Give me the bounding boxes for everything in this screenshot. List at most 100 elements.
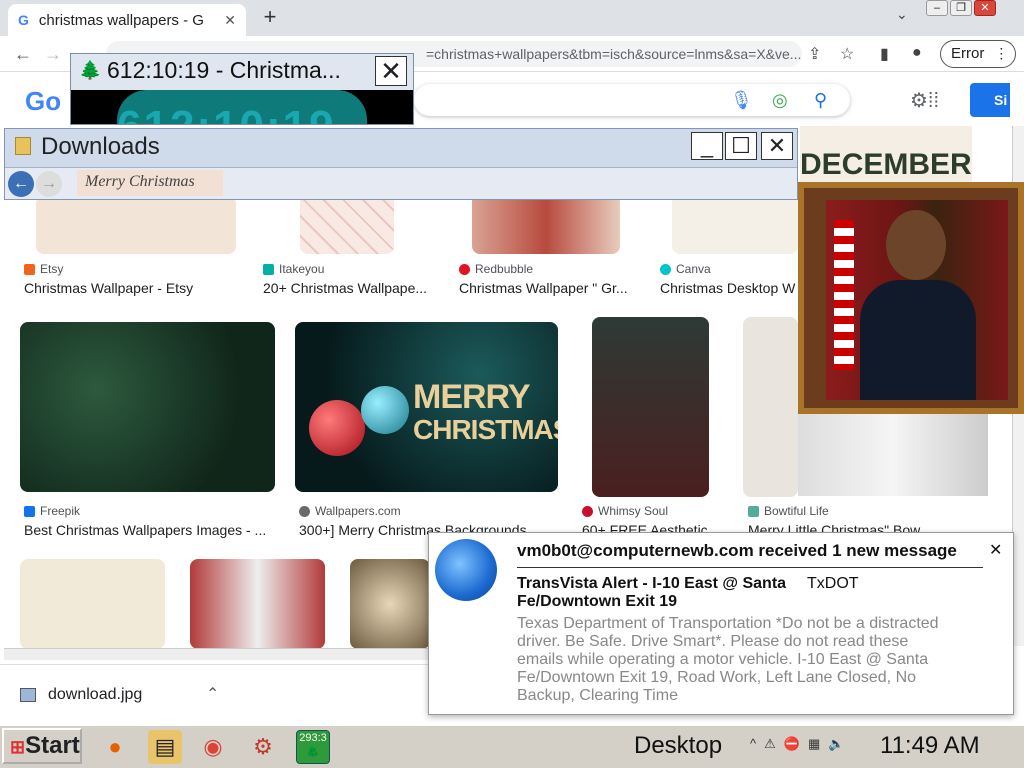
- kebab-menu-icon[interactable]: ⋮: [994, 45, 1008, 61]
- countdown-tray-app[interactable]: 293:3 🌲: [296, 730, 330, 764]
- downloads-maximize-button[interactable]: ☐: [725, 132, 757, 160]
- back-arrow-icon[interactable]: ←: [8, 171, 34, 197]
- chrome-icon[interactable]: ◉: [196, 730, 230, 764]
- countdown-display: 612:10:19: [71, 90, 413, 124]
- itakeyou-icon: [263, 263, 274, 275]
- downloads-minimize-button[interactable]: _: [691, 132, 723, 160]
- result-image-10[interactable]: [190, 559, 325, 649]
- tree-icon: 🌲: [306, 746, 320, 758]
- app-gear-icon[interactable]: ⚙: [246, 730, 280, 764]
- merry-text: MERRY: [413, 378, 531, 416]
- result-image-1[interactable]: [36, 196, 236, 254]
- result-source-8[interactable]: Bowtiful Life: [748, 504, 829, 518]
- mic-icon[interactable]: 🎙: [730, 90, 753, 111]
- profile-avatar-icon[interactable]: ●: [912, 44, 922, 62]
- notification-close-icon[interactable]: ✕: [989, 540, 1002, 560]
- download-preview-text: Merry Christmas: [85, 173, 195, 190]
- system-tray: ^ ⚠ ⛔ ▦ 🔈: [750, 736, 844, 752]
- forward-arrow-icon[interactable]: →: [36, 171, 62, 197]
- result-caption-2[interactable]: 20+ Christmas Wallpape...: [263, 280, 433, 296]
- countdown-window[interactable]: 🌲 612:10:19 - Christma... ✕ 612:10:19: [70, 53, 414, 125]
- windows-flag-icon: ⊞: [10, 737, 26, 757]
- restore-button[interactable]: ❐: [950, 0, 972, 16]
- downloads-window[interactable]: Downloads _ ☐ ✕ Merry Christmas: [4, 128, 798, 200]
- window-controls: – ❐ ✕: [926, 0, 996, 16]
- volume-icon[interactable]: 🔈: [828, 736, 844, 752]
- result-caption-3[interactable]: Christmas Wallpaper " Gr...: [459, 280, 631, 296]
- result-source-3[interactable]: Redbubble: [459, 262, 533, 276]
- google-logo-icon[interactable]: Go: [25, 86, 61, 117]
- security-icon[interactable]: ⛔: [784, 736, 800, 752]
- settings-gear-icon[interactable]: ⚙⁞⁞: [910, 88, 939, 113]
- network-icon[interactable]: ⚠: [764, 736, 776, 752]
- divider: [517, 567, 983, 568]
- thunderbird-icon: [435, 539, 497, 601]
- taskbar-clock[interactable]: 11:49 AM: [880, 732, 980, 760]
- result-image-5[interactable]: [20, 322, 275, 492]
- browser-tab[interactable]: G christmas wallpapers - G ✕: [8, 4, 246, 36]
- result-caption-4[interactable]: Christmas Desktop W: [660, 280, 798, 296]
- downloads-close-button[interactable]: ✕: [761, 132, 793, 160]
- folder-icon: [15, 137, 31, 155]
- result-caption-1[interactable]: Christmas Wallpaper - Etsy: [24, 280, 234, 296]
- minimize-button[interactable]: –: [926, 0, 948, 16]
- freepik-icon: [24, 505, 35, 517]
- result-image-11[interactable]: [350, 559, 430, 649]
- portrait-photo: [826, 200, 1008, 400]
- start-label: Start: [25, 732, 80, 759]
- tab-close-icon[interactable]: ✕: [224, 12, 236, 29]
- bookmark-star-icon[interactable]: ☆: [840, 44, 854, 64]
- result-caption-5[interactable]: Best Christmas Wallpapers Images - ...: [24, 522, 274, 538]
- result-source-2[interactable]: Itakeyou: [263, 262, 324, 276]
- download-file-name[interactable]: download.jpg: [48, 686, 142, 704]
- canva-icon: [660, 263, 671, 275]
- result-image-8[interactable]: [743, 317, 798, 497]
- result-source-label: Freepik: [40, 504, 81, 518]
- forward-icon[interactable]: →: [44, 44, 62, 65]
- whimsy-soul-icon: [582, 505, 593, 517]
- result-source-label: Canva: [676, 262, 711, 276]
- countdown-title: 612:10:19 - Christma...: [107, 57, 341, 83]
- result-image-9[interactable]: [20, 559, 165, 649]
- result-source-label: Etsy: [40, 262, 64, 276]
- tab-search-chevron-icon[interactable]: ⌄: [896, 6, 908, 23]
- result-source-1[interactable]: Etsy: [24, 262, 63, 276]
- new-tab-button[interactable]: +: [258, 6, 282, 30]
- search-icon[interactable]: ⚲: [814, 90, 827, 111]
- result-source-6[interactable]: Wallpapers.com: [299, 504, 401, 518]
- side-panel-icon[interactable]: ▮: [880, 44, 889, 64]
- cozy-collage-image: [798, 414, 988, 496]
- profile-error-button[interactable]: Error ⋮: [940, 40, 1016, 68]
- mail-notification[interactable]: vm0b0t@computernewb.com received 1 new m…: [428, 532, 1014, 715]
- portrait-window: [798, 182, 1024, 414]
- close-button[interactable]: ✕: [974, 0, 996, 16]
- file-explorer-icon[interactable]: ▤: [148, 730, 182, 764]
- chevron-up-icon[interactable]: ⌃: [206, 684, 219, 704]
- teal-ornament: [361, 386, 409, 434]
- notification-header: vm0b0t@computernewb.com received 1 new m…: [517, 541, 957, 560]
- result-source-4[interactable]: Canva: [660, 262, 711, 276]
- display-icon[interactable]: ▦: [808, 736, 820, 752]
- wallpapers-com-icon: [299, 505, 310, 517]
- desktop-toolbar-label[interactable]: Desktop: [634, 732, 722, 760]
- downloads-nav-bar: Merry Christmas: [5, 167, 797, 199]
- flag-image: [834, 220, 854, 370]
- bowtiful-life-icon: [748, 505, 759, 517]
- result-source-7[interactable]: Whimsy Soul: [582, 504, 668, 518]
- share-icon[interactable]: ⇪: [808, 44, 821, 64]
- etsy-icon: [24, 263, 35, 275]
- start-button[interactable]: ⊞Start: [2, 728, 82, 764]
- result-image-7[interactable]: [592, 317, 709, 497]
- sign-in-button[interactable]: Si: [970, 83, 1010, 117]
- lens-icon[interactable]: ◎: [772, 90, 788, 111]
- result-source-label: Bowtiful Life: [764, 504, 829, 518]
- firefox-icon[interactable]: ●: [98, 730, 132, 764]
- countdown-close-button[interactable]: ✕: [375, 56, 407, 86]
- notification-subject: TransVista Alert - I-10 East @ Santa Fe/…: [517, 575, 787, 610]
- suit-shape: [860, 280, 976, 400]
- back-icon[interactable]: ←: [14, 44, 32, 65]
- google-favicon-icon: G: [18, 12, 29, 28]
- result-source-5[interactable]: Freepik: [24, 504, 80, 518]
- tray-expand-icon[interactable]: ^: [750, 736, 756, 752]
- result-image-6[interactable]: MERRY CHRISTMAS: [295, 322, 558, 492]
